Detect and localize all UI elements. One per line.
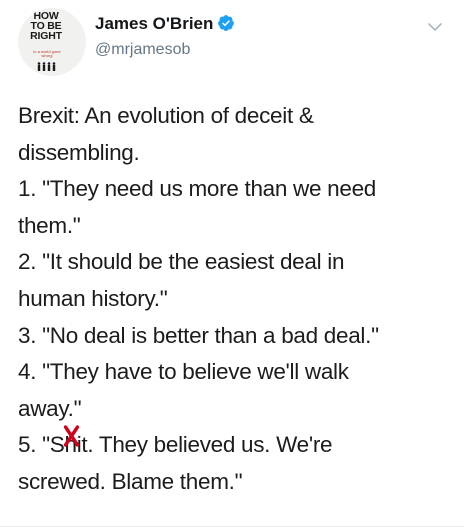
avatar-book-subtitle: in a world gone wrong (33, 49, 61, 58)
tweet-line-8: 4. "They have to believe we'll walk (18, 359, 349, 385)
tweet-line-5: 2. "It should be the easiest deal in (18, 249, 345, 275)
tweet-line-3: 1. "They need us more than we need (18, 176, 377, 202)
author-display-name[interactable]: James O'Brien (95, 14, 213, 33)
bottom-divider (0, 526, 464, 527)
tweet-line-2: dissembling. (18, 139, 140, 165)
tweet-line-10-suffix: it. They believed us. We're (76, 432, 333, 458)
struck-letter: h (63, 425, 79, 464)
tweet-line-11: screwed. Blame them." (18, 468, 243, 494)
author-handle[interactable]: @mrjamesob (95, 40, 190, 60)
avatar[interactable]: HOW TO BE RIGHT in a world gone wrong (18, 8, 86, 76)
tweet-line-4: them." (18, 212, 81, 238)
chevron-down-icon[interactable] (426, 18, 444, 36)
avatar-figures-graphic (37, 62, 56, 71)
tweet-line-6: human history." (18, 285, 168, 311)
tweet-header: HOW TO BE RIGHT in a world gone wrong Ja… (18, 8, 458, 78)
author-name-row[interactable]: James O'Brien (95, 14, 235, 34)
tweet-line-7: 3. "No deal is better than a bad deal." (18, 322, 379, 348)
avatar-title-line-3: RIGHT (30, 30, 62, 42)
struck-letter-text: h (64, 432, 78, 458)
verified-badge-icon (218, 15, 235, 31)
tweet-card: HOW TO BE RIGHT in a world gone wrong Ja… (0, 0, 464, 531)
tweet-line-10: 5. "Sh it. They believed us. We're (18, 425, 458, 464)
tweet-line-10-prefix: 5. "S (18, 432, 65, 458)
tweet-line-1: Brexit: An evolution of deceit & (18, 103, 314, 128)
tweet-line-9: away." (18, 395, 82, 421)
avatar-book-title: HOW TO BE RIGHT (18, 11, 74, 42)
avatar-figures-icon (36, 62, 58, 74)
tweet-text: Brexit: An evolution of deceit & dissemb… (18, 98, 458, 501)
